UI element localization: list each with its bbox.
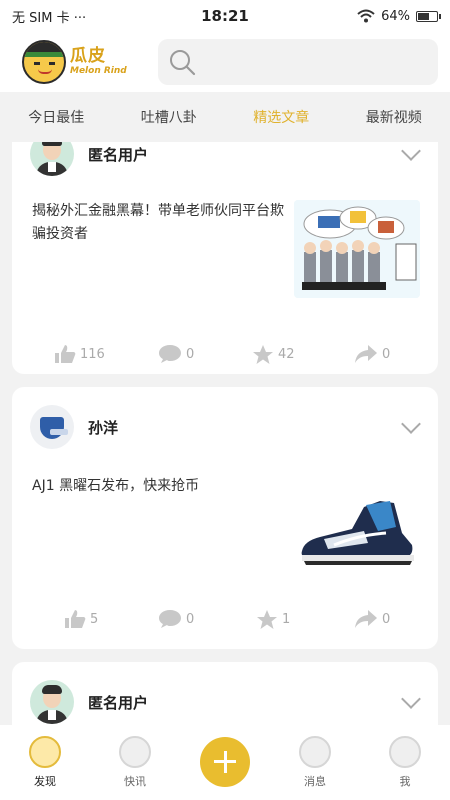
category-tabs: 今日最佳 吐槽八卦 精选文章 最新视频 (0, 92, 450, 142)
post-card[interactable]: 孙洋 AJ1 黑曜石发布，快来抢币 5 0 1 0 (12, 387, 438, 649)
favorite-button[interactable]: 1 (256, 609, 290, 630)
share-count: 0 (382, 346, 391, 362)
app-logo[interactable]: 瓜皮 Melon Rind (22, 38, 132, 86)
tab-today-best[interactable]: 今日最佳 (0, 107, 113, 127)
star-icon (253, 345, 273, 364)
clock-icon (119, 736, 151, 768)
post-text[interactable]: AJ1 黑曜石发布，快来抢币 (32, 475, 294, 498)
like-count: 116 (80, 346, 105, 362)
favorite-count: 42 (278, 347, 295, 362)
nav-label: 快讯 (124, 775, 146, 788)
comment-icon (159, 610, 181, 628)
status-right: 64% (357, 8, 441, 24)
nav-messages[interactable]: 消息 (270, 736, 360, 789)
chevron-down-icon[interactable] (401, 414, 421, 434)
like-button[interactable]: 116 (54, 344, 105, 364)
like-button[interactable]: 5 (64, 609, 98, 629)
wifi-icon (357, 9, 375, 23)
favorite-button[interactable]: 42 (252, 344, 295, 365)
nav-add[interactable] (180, 736, 270, 789)
share-button[interactable]: 0 (354, 344, 390, 364)
post-author[interactable]: 匿名用户 (88, 692, 148, 713)
battery-icon (416, 10, 441, 22)
nav-me[interactable]: 我 (360, 736, 450, 789)
search-icon (170, 50, 196, 76)
status-bar: 无 SIM 卡 ··· 18:21 64% (0, 0, 450, 32)
post-author[interactable]: 匿名用户 (88, 144, 148, 165)
nav-flash-news[interactable]: 快讯 (90, 736, 180, 789)
share-button[interactable]: 0 (354, 609, 390, 629)
avatar[interactable] (30, 142, 74, 176)
add-post-button[interactable] (200, 736, 250, 787)
post-author[interactable]: 孙洋 (88, 417, 118, 438)
avatar[interactable] (30, 680, 74, 724)
bottom-nav: 发现 快讯 消息 我 (0, 725, 450, 800)
comment-button[interactable]: 0 (158, 344, 194, 364)
watermelon-icon (389, 736, 421, 768)
battery-level (418, 12, 429, 20)
post-card[interactable]: 匿名用户 揭秘外汇金融黑幕！带单老师伙同平台欺骗投资者 116 0 42 0 (12, 142, 438, 374)
comment-count: 0 (186, 346, 195, 362)
chevron-down-icon[interactable] (401, 142, 421, 161)
carrier-text: 无 SIM 卡 ··· (12, 10, 87, 26)
melon-slice-icon (29, 736, 61, 768)
app-header: 瓜皮 Melon Rind (0, 32, 450, 92)
comment-count: 0 (186, 611, 195, 627)
cartoon-illustration (294, 200, 420, 298)
chevron-down-icon[interactable] (401, 689, 421, 709)
post-image[interactable] (294, 493, 420, 573)
tab-featured-articles[interactable]: 精选文章 (225, 107, 338, 127)
post-text[interactable]: 揭秘外汇金融黑幕！带单老师伙同平台欺骗投资者 (32, 200, 294, 246)
tab-latest-videos[interactable]: 最新视频 (338, 107, 450, 127)
thumbs-up-icon (55, 345, 76, 363)
like-count: 5 (90, 611, 99, 627)
thumbs-up-icon (65, 610, 86, 628)
post-card[interactable]: 匿名用户 (12, 662, 438, 725)
search-input[interactable] (158, 39, 438, 85)
sneaker-photo (294, 493, 420, 573)
nav-label: 消息 (304, 775, 326, 788)
star-icon (257, 610, 277, 629)
logo-text-cn: 瓜皮 (70, 46, 106, 66)
share-icon (355, 610, 377, 628)
favorite-count: 1 (282, 612, 291, 627)
nav-label: 发现 (34, 775, 56, 788)
share-count: 0 (382, 611, 391, 627)
comment-button[interactable]: 0 (158, 609, 194, 629)
comment-icon (159, 345, 181, 363)
share-icon (355, 345, 377, 363)
pig-icon (299, 736, 331, 768)
logo-mascot-icon (22, 40, 66, 84)
post-feed[interactable]: 匿名用户 揭秘外汇金融黑幕！带单老师伙同平台欺骗投资者 116 0 42 0 孙… (0, 142, 450, 725)
tab-gossip[interactable]: 吐槽八卦 (113, 107, 226, 127)
battery-percent: 64% (381, 8, 410, 24)
post-image[interactable] (294, 200, 420, 298)
nav-label: 我 (399, 775, 411, 788)
logo-text-en: Melon Rind (70, 66, 127, 76)
nav-discover[interactable]: 发现 (0, 736, 90, 789)
avatar[interactable] (30, 405, 74, 449)
